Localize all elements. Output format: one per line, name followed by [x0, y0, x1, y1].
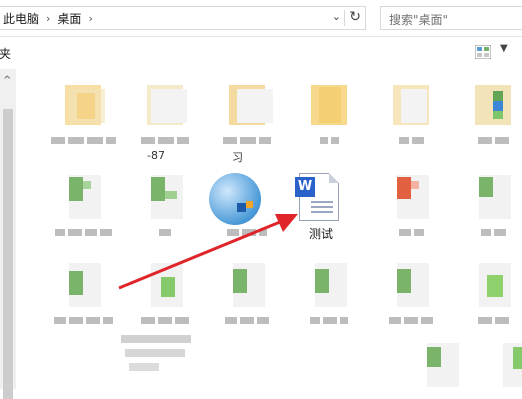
blurred-file-label — [127, 137, 203, 145]
toolbar-row: 夹 ▼ — [0, 37, 522, 69]
blurred-file-label — [291, 137, 367, 145]
globe-label-item — [209, 171, 285, 241]
folder-icon — [385, 79, 437, 129]
address-divider — [344, 10, 345, 26]
document-icon — [385, 259, 437, 309]
blurred-file-label — [455, 317, 522, 325]
document-icon — [221, 259, 273, 309]
desktop-file-view: -87 习 W 测试 — [17, 69, 522, 389]
document-icon — [57, 171, 109, 221]
word-document-item[interactable]: W 测试 — [291, 169, 351, 249]
blurred-file-label — [291, 317, 367, 325]
breadcrumb-separator-icon[interactable]: › — [86, 12, 94, 25]
blurred-file-label — [373, 317, 449, 325]
document-icon — [57, 259, 109, 309]
blurred-file-label — [455, 229, 522, 237]
truncated-file-label: 习 — [232, 151, 243, 164]
scroll-up-icon[interactable]: ^ — [3, 75, 11, 86]
blurred-file-label — [373, 137, 449, 145]
folder-icon — [221, 79, 273, 129]
view-dropdown-icon[interactable]: ▼ — [500, 43, 508, 54]
folder-icon — [57, 79, 109, 129]
blurred-file-label — [121, 335, 191, 343]
document-icon — [139, 259, 191, 309]
blurred-file-label — [45, 137, 121, 145]
blurred-file-label — [209, 229, 285, 237]
refresh-icon[interactable]: ↻ — [349, 9, 361, 25]
word-badge-icon: W — [295, 177, 315, 197]
folder-icon — [139, 79, 191, 129]
truncated-file-label: -87 — [147, 149, 165, 162]
address-bar-row: 此电脑 › 桌面 › ⌄ ↻ 搜索"桌面" — [0, 0, 522, 37]
document-icon — [467, 259, 519, 309]
document-icon — [139, 171, 191, 221]
address-bar[interactable]: 此电脑 › 桌面 › ⌄ ↻ — [0, 6, 366, 30]
document-icon — [303, 259, 355, 309]
breadcrumb-this-pc[interactable]: 此电脑 — [0, 10, 44, 27]
scroll-thumb[interactable] — [3, 109, 13, 399]
blurred-file-label — [129, 363, 159, 371]
nav-pane-scrollbar[interactable]: ^ — [0, 69, 16, 399]
blurred-file-label — [127, 317, 203, 325]
folder-icon — [303, 79, 355, 129]
search-input[interactable]: 搜索"桌面" — [380, 6, 522, 30]
nav-pane-item-label[interactable]: 夹 — [0, 45, 11, 62]
blurred-file-label — [209, 137, 285, 145]
presentation-icon — [385, 171, 437, 221]
blurred-file-label — [45, 229, 121, 237]
blurred-file-label — [373, 229, 449, 237]
breadcrumb-desktop[interactable]: 桌面 — [52, 10, 86, 27]
document-icon — [467, 171, 519, 221]
view-options-icon[interactable] — [475, 45, 491, 59]
document-icon — [415, 339, 467, 389]
word-document-label: 测试 — [308, 227, 333, 241]
address-history-dropdown-icon[interactable]: ⌄ — [332, 10, 341, 23]
blurred-file-label — [455, 137, 522, 145]
blurred-file-label — [127, 229, 203, 237]
blurred-file-label — [209, 317, 285, 325]
document-icon — [491, 339, 522, 389]
blurred-file-label — [45, 317, 121, 325]
folder-icon — [467, 79, 519, 129]
blurred-file-label — [125, 349, 185, 357]
breadcrumb-separator-icon[interactable]: › — [44, 12, 52, 25]
